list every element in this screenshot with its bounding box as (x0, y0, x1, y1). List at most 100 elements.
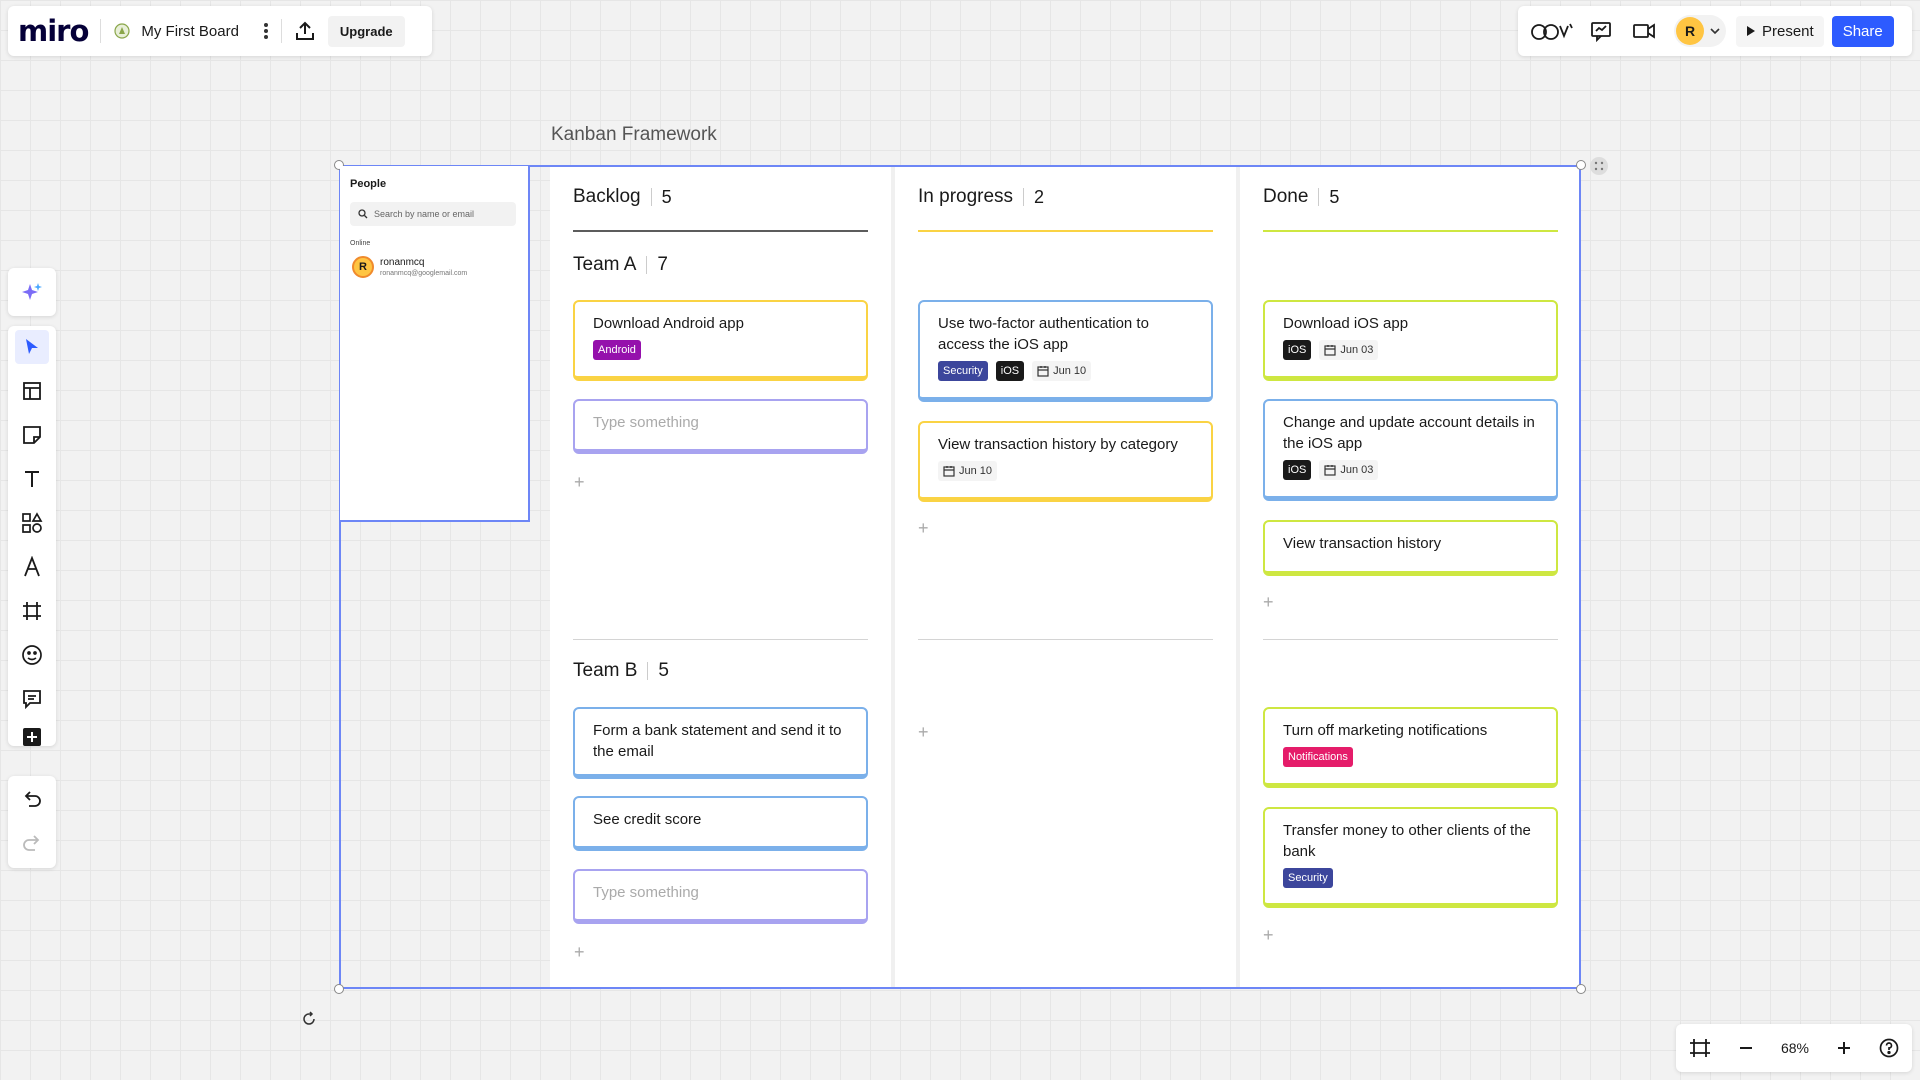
column-count: 5 (1329, 186, 1340, 207)
reactions-icon[interactable] (1530, 20, 1574, 42)
tag-security[interactable]: Security (1283, 868, 1333, 888)
drag-handle-icon[interactable] (1590, 157, 1608, 175)
tag-android[interactable]: Android (593, 340, 641, 360)
column-underline (573, 230, 868, 232)
template-icon[interactable] (15, 374, 49, 408)
add-card-icon[interactable]: + (918, 722, 929, 743)
redo-icon[interactable] (15, 826, 49, 860)
swimlane-header-team-b[interactable]: Team B 5 (573, 660, 669, 682)
kanban-card[interactable]: View transaction history (1263, 520, 1558, 576)
tag-ios[interactable]: iOS (995, 361, 1025, 381)
sticky-note-icon[interactable] (15, 418, 49, 452)
swimlane-title: Team A (573, 254, 637, 275)
undo-icon[interactable] (15, 782, 49, 816)
date-text: Jun 10 (959, 465, 993, 477)
kanban-card[interactable]: Change and update account details in the… (1263, 399, 1558, 501)
new-card-input[interactable]: Type something (573, 399, 868, 454)
calendar-icon (1037, 366, 1049, 377)
collaboration-bar: R Present Share (1518, 6, 1912, 56)
kanban-card[interactable]: Download iOS app iOS Jun 03 (1263, 300, 1558, 381)
swimlane-divider (1263, 639, 1558, 640)
zoom-in-icon[interactable] (1836, 1040, 1852, 1056)
due-date[interactable]: Jun 03 (1319, 460, 1379, 480)
card-placeholder: Type something (593, 884, 699, 901)
people-search-input[interactable]: Search by name or email (350, 202, 516, 226)
export-icon[interactable] (294, 20, 316, 42)
due-date[interactable]: Jun 03 (1319, 340, 1379, 360)
user-name: ronanmcq (380, 257, 425, 268)
kanban-card[interactable]: View transaction history by category Jun… (918, 421, 1213, 502)
swimlane-divider (573, 639, 868, 640)
due-date[interactable]: Jun 10 (1032, 361, 1092, 381)
board-name[interactable]: My First Board (141, 23, 239, 40)
shapes-icon[interactable] (15, 506, 49, 540)
kanban-card[interactable]: Use two-factor authentication to access … (918, 300, 1213, 402)
add-card-icon[interactable]: + (1263, 592, 1274, 613)
kanban-card[interactable]: Transfer money to other clients of the b… (1263, 807, 1558, 908)
zoom-level[interactable]: 68% (1781, 1040, 1809, 1056)
add-card-icon[interactable]: + (918, 518, 929, 539)
add-card-icon[interactable]: + (1263, 925, 1274, 946)
frame-title[interactable]: Kanban Framework (551, 124, 717, 146)
user-menu[interactable]: R (1674, 15, 1726, 47)
card-text: View transaction history by category (938, 436, 1178, 453)
people-title: People (350, 178, 387, 190)
resize-handle[interactable] (1576, 160, 1586, 170)
comments-icon[interactable] (1590, 20, 1612, 42)
column-title: In progress (918, 186, 1014, 207)
new-card-input[interactable]: Type something (573, 869, 868, 924)
swimlane-header-team-a[interactable]: Team A 7 (573, 254, 668, 276)
due-date[interactable]: Jun 10 (938, 461, 998, 481)
miro-logo[interactable]: miro (18, 14, 89, 48)
user-email: ronanmcq@googlemail.com (380, 270, 468, 277)
upgrade-button[interactable]: Upgrade (327, 15, 405, 47)
card-text: Use two-factor authentication to access … (938, 315, 1149, 353)
date-text: Jun 03 (1340, 464, 1374, 476)
board-icon[interactable] (113, 22, 131, 40)
tag-security[interactable]: Security (938, 361, 988, 381)
divider (280, 19, 282, 43)
date-text: Jun 10 (1053, 365, 1087, 377)
calendar-icon (1324, 345, 1336, 356)
video-call-icon[interactable] (1632, 21, 1656, 41)
sparkle-icon[interactable] (15, 275, 49, 309)
card-text: Change and update account details in the… (1283, 414, 1535, 452)
resize-handle[interactable] (1576, 984, 1586, 994)
comment-icon[interactable] (15, 682, 49, 716)
column-count: 2 (1034, 186, 1045, 207)
resize-handle[interactable] (334, 984, 344, 994)
zoom-out-icon[interactable] (1738, 1040, 1754, 1056)
tag-ios[interactable]: iOS (1283, 340, 1312, 360)
frame-icon[interactable] (15, 594, 49, 628)
calendar-icon (1324, 465, 1336, 476)
cursor-icon[interactable] (15, 330, 49, 364)
date-text: Jun 03 (1340, 344, 1374, 356)
board-header: miro My First Board Upgrade (8, 6, 432, 56)
sticker-icon[interactable] (15, 638, 49, 672)
column-header-backlog[interactable]: Backlog 5 (573, 186, 672, 208)
history-toolbar (8, 776, 56, 868)
card-text: Download Android app (593, 315, 744, 332)
tag-notifications[interactable]: Notifications (1283, 747, 1353, 767)
present-label: Present (1762, 22, 1814, 40)
column-header-in-progress[interactable]: In progress 2 (918, 186, 1044, 208)
fit-to-screen-icon[interactable] (1689, 1038, 1711, 1058)
pen-icon[interactable] (15, 550, 49, 584)
share-button[interactable]: Share (1831, 15, 1894, 47)
add-card-icon[interactable]: + (574, 472, 585, 493)
kanban-card[interactable]: See credit score (573, 796, 868, 851)
tag-ios[interactable]: iOS (1283, 460, 1312, 480)
kanban-card[interactable]: Download Android app Android (573, 300, 868, 381)
kanban-card[interactable]: Form a bank statement and send it to the… (573, 707, 868, 779)
avatar[interactable]: R (352, 256, 374, 278)
present-button[interactable]: Present (1736, 15, 1824, 47)
add-card-icon[interactable]: + (574, 942, 585, 963)
column-title: Done (1263, 186, 1309, 207)
more-options-icon[interactable] (263, 22, 269, 40)
column-header-done[interactable]: Done 5 (1263, 186, 1339, 208)
rotate-icon[interactable] (301, 1011, 317, 1027)
add-icon[interactable] (15, 720, 49, 754)
text-icon[interactable] (15, 462, 49, 496)
kanban-card[interactable]: Turn off marketing notifications Notific… (1263, 707, 1558, 788)
help-icon[interactable] (1879, 1038, 1899, 1058)
